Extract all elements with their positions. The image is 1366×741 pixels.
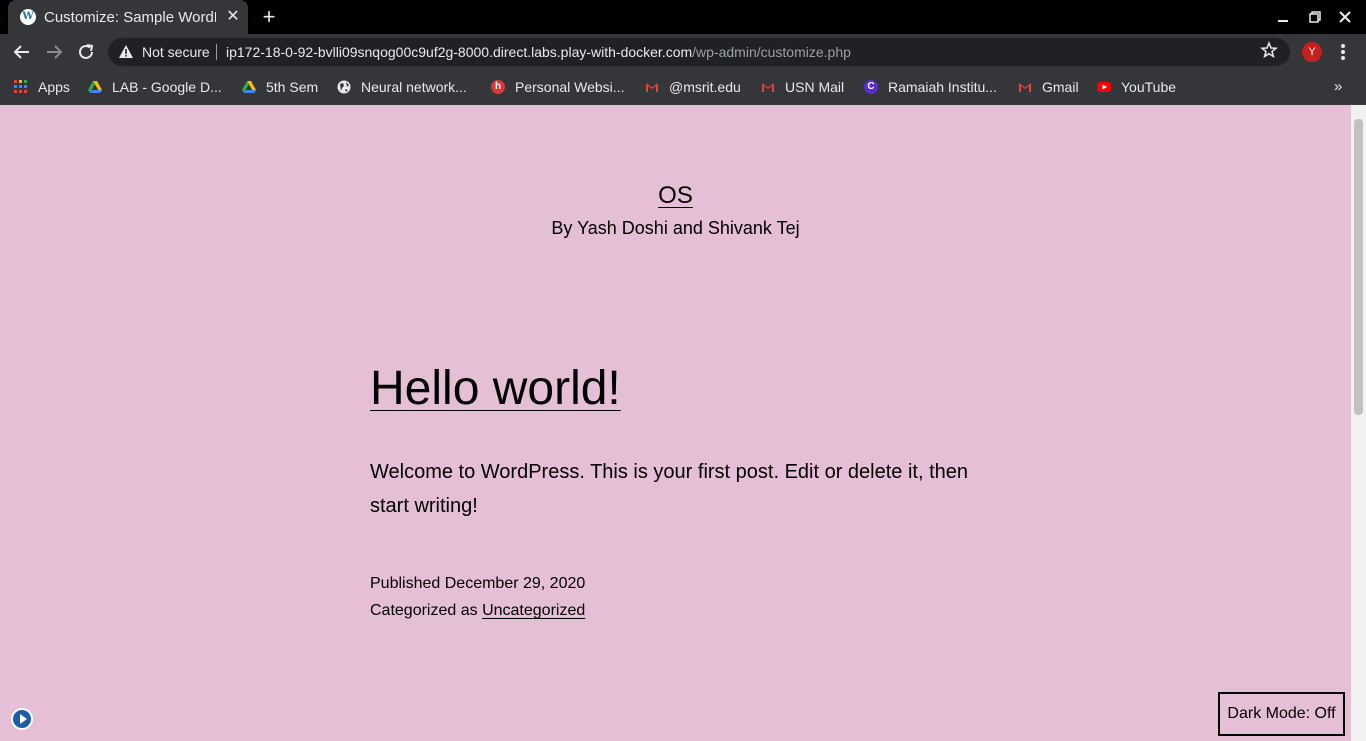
- post-category: Categorized as Uncategorized: [370, 602, 585, 620]
- bookmark-label: Personal Websi...: [515, 79, 625, 95]
- bookmark-neural-network[interactable]: Neural network...: [337, 77, 467, 97]
- google-drive-icon: [242, 80, 256, 94]
- post-title-link[interactable]: Hello world!: [370, 361, 621, 416]
- bookmark-5th-sem[interactable]: 5th Sem: [242, 77, 318, 97]
- bookmark-label: Gmail: [1042, 79, 1079, 95]
- apps-grid-icon: [14, 80, 28, 94]
- tab-title: Customize: Sample WordPress: [44, 9, 216, 26]
- youtube-icon: [1097, 80, 1111, 94]
- url-host: ip172-18-0-92-bvlli09snqog00c9uf2g-8000.…: [226, 44, 693, 60]
- bookmark-ramaiah-institute[interactable]: C Ramaiah Institu...: [864, 77, 997, 97]
- kebab-menu-icon[interactable]: [1334, 41, 1352, 63]
- bookmark-youtube[interactable]: YouTube: [1097, 77, 1176, 97]
- bookmark-gmail[interactable]: Gmail: [1018, 77, 1079, 97]
- browser-titlebar: Customize: Sample WordPress ✕ +: [0, 0, 1366, 34]
- bookmark-label: Ramaiah Institu...: [888, 79, 997, 95]
- site-description: By Yash Doshi and Shivank Tej: [551, 218, 800, 238]
- scrollbar[interactable]: [1351, 105, 1366, 741]
- warning-icon[interactable]: [118, 44, 134, 60]
- bookmark-lab-google-drive[interactable]: LAB - Google D...: [88, 77, 222, 97]
- bookmark-star-icon[interactable]: [1260, 40, 1278, 64]
- play-icon[interactable]: [11, 708, 33, 730]
- dark-mode-toggle[interactable]: Dark Mode: Off: [1218, 692, 1345, 736]
- gmail-icon: [1018, 80, 1032, 94]
- bookmark-apps[interactable]: Apps: [14, 77, 70, 97]
- published-prefix: Published: [370, 575, 441, 592]
- more-bookmarks-icon[interactable]: »: [1334, 78, 1342, 95]
- bookmark-label: @msrit.edu: [669, 79, 741, 95]
- minimize-icon[interactable]: [1274, 8, 1292, 26]
- bookmark-label: YouTube: [1121, 79, 1177, 95]
- c-logo-icon: C: [864, 80, 878, 94]
- bookmark-label: 5th Sem: [266, 79, 319, 95]
- divider: [216, 44, 217, 60]
- category-link[interactable]: Uncategorized: [482, 602, 585, 619]
- page-content: OS By Yash Doshi and Shivank Tej Hello w…: [0, 105, 1351, 741]
- post-body: Welcome to WordPress. This is your first…: [370, 461, 969, 517]
- browser-toolbar: Not secure ip172-18-0-92-bvlli09snqog00c…: [0, 34, 1366, 70]
- security-status[interactable]: Not secure: [142, 44, 210, 60]
- restore-icon[interactable]: [1306, 8, 1324, 26]
- gmail-icon: [761, 80, 775, 94]
- profile-avatar[interactable]: Y: [1302, 42, 1322, 62]
- window-close-icon[interactable]: [1336, 8, 1354, 26]
- close-icon[interactable]: ✕: [224, 8, 242, 26]
- url-path: /wp-admin/customize.php: [692, 44, 851, 60]
- back-arrow-icon[interactable]: [11, 41, 33, 63]
- scrollbar-thumb[interactable]: [1354, 119, 1363, 415]
- site-title: OS: [0, 182, 1351, 210]
- post-published: Published December 29, 2020: [370, 575, 585, 593]
- bookmark-label: Apps: [38, 79, 70, 95]
- globe-icon: [337, 80, 351, 94]
- google-drive-icon: [88, 80, 102, 94]
- category-prefix: Categorized as: [370, 602, 478, 619]
- bookmark-msrit-edu[interactable]: @msrit.edu: [645, 77, 741, 97]
- h-logo-icon: h: [491, 80, 505, 94]
- wordpress-icon: [20, 9, 36, 25]
- bookmark-usn-mail[interactable]: USN Mail: [761, 77, 844, 97]
- bookmark-label: Neural network...: [361, 79, 467, 95]
- bookmark-personal-website[interactable]: h Personal Websi...: [491, 77, 624, 97]
- published-date[interactable]: December 29, 2020: [445, 575, 586, 592]
- bookmark-label: LAB - Google D...: [112, 79, 222, 95]
- gmail-icon: [645, 80, 659, 94]
- new-tab-button[interactable]: +: [258, 6, 280, 28]
- site-title-link[interactable]: OS: [658, 182, 693, 209]
- address-bar[interactable]: Not secure ip172-18-0-92-bvlli09snqog00c…: [108, 38, 1290, 66]
- reload-icon[interactable]: [75, 41, 97, 63]
- browser-tab[interactable]: Customize: Sample WordPress ✕: [8, 0, 248, 34]
- bookmark-label: USN Mail: [785, 79, 845, 95]
- forward-arrow-icon[interactable]: [43, 41, 65, 63]
- url-text[interactable]: ip172-18-0-92-bvlli09snqog00c9uf2g-8000.…: [226, 44, 851, 60]
- bookmarks-bar: Apps LAB - Google D... 5th Sem Neural ne…: [0, 70, 1366, 105]
